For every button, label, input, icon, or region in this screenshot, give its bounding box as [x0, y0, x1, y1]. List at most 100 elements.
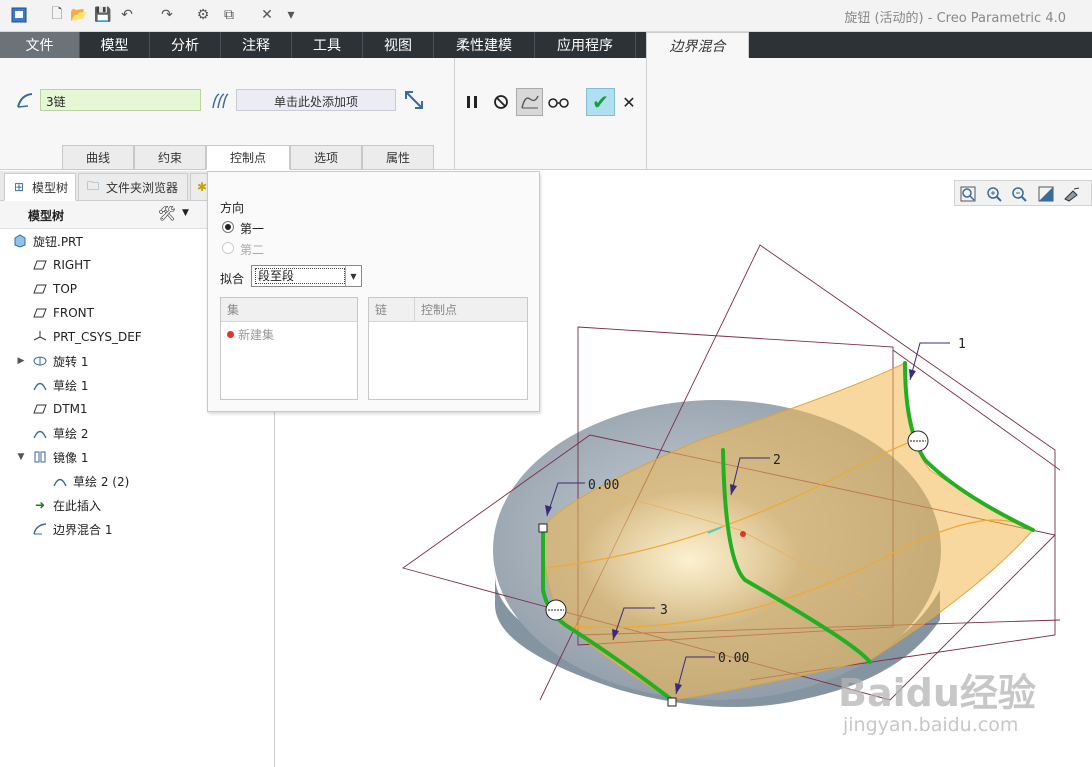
tab-flexible-modeling[interactable]: 柔性建模 — [434, 32, 535, 58]
tree-item-sketch-2[interactable]: 草绘 2 — [32, 422, 88, 444]
chevron-down-icon[interactable]: ▼ — [345, 266, 361, 286]
ribbon-panel: 3链 单击此处添加项 ✔ ✕ 曲线 约束 控制点 选项 属性 — [0, 58, 1092, 170]
tree-item-label: 在此插入 — [53, 498, 102, 513]
model-tree-icon: ⊞ — [13, 180, 25, 194]
baidu-watermark: Baidu经验 — [838, 671, 1036, 715]
subtab-control-points[interactable]: 控制点 — [206, 145, 290, 170]
set-list-item[interactable]: 新建集 — [227, 326, 274, 343]
tab-model[interactable]: 模型 — [80, 32, 150, 58]
tree-item-label: PRT_CSYS_DEF — [53, 330, 142, 344]
radio-first-direction[interactable] — [222, 221, 234, 233]
panel-tab-label: 文件夹浏览器 — [106, 180, 179, 195]
repaint-icon[interactable] — [1037, 185, 1055, 203]
panel-tab-model-tree[interactable]: ⊞ 模型树 — [4, 173, 76, 201]
collapse-arrow-icon[interactable]: ▼ — [16, 446, 26, 468]
tree-item-right[interactable]: RIGHT — [32, 254, 91, 276]
radio-second-direction[interactable] — [222, 242, 234, 254]
subtab-properties[interactable]: 属性 — [362, 145, 434, 170]
panel-tab-label: 模型树 — [32, 180, 69, 195]
ribbon-separator — [454, 58, 455, 170]
sketch-icon — [32, 377, 48, 393]
undo-icon[interactable]: ↶ — [118, 6, 136, 24]
panel-tab-folder-browser[interactable]: 🗀 文件夹浏览器 — [78, 173, 188, 201]
csys-icon — [32, 329, 48, 345]
no-preview-icon[interactable] — [490, 91, 512, 113]
subtab-options[interactable]: 选项 — [290, 145, 362, 170]
preview-geometry-icon[interactable] — [516, 88, 543, 116]
tree-item-mirror[interactable]: 镜像 1 — [32, 446, 88, 468]
ok-button[interactable]: ✔ — [586, 88, 615, 116]
save-icon[interactable]: 💾 — [94, 6, 112, 24]
chain-column-header: 链 — [369, 298, 415, 322]
tab-annotate[interactable]: 注释 — [221, 32, 292, 58]
pause-icon[interactable] — [461, 91, 483, 113]
ribbon-separator — [646, 58, 647, 170]
windows-icon[interactable]: ⧉ — [220, 6, 238, 24]
tab-view[interactable]: 视图 — [363, 32, 434, 58]
new-file-icon[interactable]: 🗋 — [48, 6, 66, 24]
tree-item-csys[interactable]: PRT_CSYS_DEF — [32, 326, 142, 348]
tree-item-label: FRONT — [53, 306, 94, 320]
chain-label-3: 3 — [660, 603, 668, 618]
tree-item-label: DTM1 — [53, 402, 88, 416]
tab-applications[interactable]: 应用程序 — [535, 32, 636, 58]
tree-item-label: 草绘 2 — [53, 426, 89, 441]
fit-select[interactable]: 段至段 ▼ — [251, 265, 362, 287]
fit-label: 拟合 — [220, 272, 245, 286]
first-direction-label: 第一 — [240, 222, 265, 236]
tree-item-dtm1[interactable]: DTM1 — [32, 398, 88, 420]
tab-analysis[interactable]: 分析 — [150, 32, 221, 58]
tree-item-top[interactable]: TOP — [32, 278, 77, 300]
tab-tools[interactable]: 工具 — [292, 32, 363, 58]
datum-plane-icon — [32, 305, 48, 321]
part-icon — [12, 233, 28, 249]
verify-glasses-icon[interactable] — [548, 91, 570, 113]
app-window-icon[interactable] — [10, 6, 28, 24]
set-list-header: 集 — [221, 298, 357, 322]
tree-item-sketch-1[interactable]: 草绘 1 — [32, 374, 88, 396]
second-direction-label: 第二 — [240, 243, 265, 257]
set-list[interactable]: 集 新建集 — [220, 297, 358, 400]
dimension-label-b: 0.00 — [718, 651, 749, 666]
tree-header-label: 模型树 — [28, 209, 65, 223]
tree-item-revolve[interactable]: 旋转 1 — [32, 350, 88, 372]
datum-plane-icon — [32, 257, 48, 273]
tab-boundary-blend[interactable]: 边界混合 — [646, 32, 749, 58]
chevron-down-icon[interactable]: ▼ — [182, 208, 189, 218]
tree-item-insert-here[interactable]: ➜ 在此插入 — [32, 494, 101, 516]
regenerate-icon[interactable]: ⚙ — [194, 6, 212, 24]
redo-icon[interactable]: ↷ — [158, 6, 176, 24]
customize-toolbar-icon[interactable]: ▾ — [282, 6, 300, 24]
tree-item-label: RIGHT — [53, 258, 91, 272]
chain-control-point-list[interactable]: 链 控制点 — [368, 297, 528, 400]
tab-file[interactable]: 文件 — [0, 32, 80, 58]
display-style-icon[interactable] — [1063, 185, 1081, 203]
panel-tab-favorites[interactable]: ✱ — [190, 173, 208, 201]
tree-item-label: TOP — [53, 282, 78, 296]
subtab-curves[interactable]: 曲线 — [62, 145, 134, 170]
subtab-constraints[interactable]: 约束 — [134, 145, 206, 170]
surface-glow — [580, 490, 800, 630]
tree-item-front[interactable]: FRONT — [32, 302, 94, 324]
close-window-icon[interactable]: ✕ — [258, 6, 276, 24]
open-file-icon[interactable]: 📂 — [70, 6, 88, 24]
view-toolbar — [954, 180, 1092, 206]
refit-icon[interactable] — [959, 185, 977, 203]
baidu-watermark-url: jingyan.baidu.com — [843, 714, 1019, 736]
zoom-out-icon[interactable] — [1010, 185, 1028, 203]
second-direction-icon — [208, 90, 230, 112]
cancel-button[interactable]: ✕ — [620, 92, 638, 112]
zoom-in-icon[interactable] — [985, 185, 1003, 203]
tree-item-boundary-blend[interactable]: 边界混合 1 — [32, 518, 112, 540]
swap-direction-icon[interactable] — [403, 89, 425, 111]
set-item-label: 新建集 — [238, 328, 275, 342]
insert-arrow-icon: ➜ — [34, 498, 46, 512]
first-direction-chain-field[interactable]: 3链 — [40, 89, 201, 111]
tree-settings-icon[interactable]: 🛠 — [158, 206, 176, 222]
second-direction-add-field[interactable]: 单击此处添加项 — [236, 89, 396, 111]
tree-item-sketch-2-copy[interactable]: 草绘 2 (2) — [52, 470, 129, 492]
expand-arrow-icon[interactable]: ▶ — [16, 350, 26, 372]
first-direction-icon — [14, 90, 36, 112]
tree-item-part[interactable]: 旋钮.PRT — [12, 230, 83, 252]
new-set-dot-icon — [227, 331, 234, 338]
